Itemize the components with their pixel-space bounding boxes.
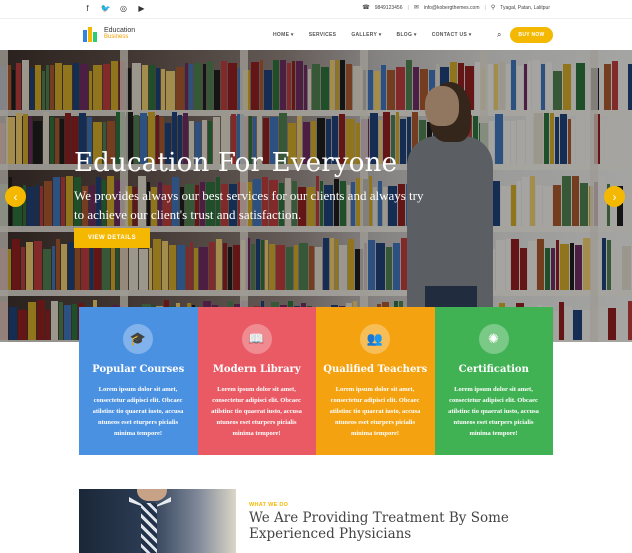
top-bar: f 🐦 ◎ ▶ ☎ 9849123456 | ✉ info@kobergthem… [0,0,632,18]
nav-blog[interactable]: BLOG ▾ [397,32,417,38]
feature-text: Lorem ipsum dolor sit amet, consectetur … [448,386,539,437]
youtube-icon[interactable]: ▶ [137,4,146,13]
address: Tyagal, Patan, Lalitpur [500,4,550,11]
feature-text: Lorem ipsum dolor sit amet, consectetur … [211,386,302,437]
location-icon: ⚲ [490,5,496,11]
slider-next-arrow-icon[interactable]: › [604,186,625,207]
logo-line1: Education [104,26,136,34]
feature-boxes: 🎓 Popular Courses Lorem ipsum dolor sit … [79,307,553,455]
feature-title: Certification [458,364,529,375]
contact-info: ☎ 9849123456 | ✉ info@kobergthemes.com |… [362,4,550,12]
hero-subtitle: We provides always our best services for… [74,188,424,222]
feature-popular-courses: 🎓 Popular Courses Lorem ipsum dolor sit … [79,307,198,455]
feature-certification: ✺ Certification Lorem ipsum dolor sit am… [434,307,553,455]
hero-title: Education For Everyone [74,148,398,178]
nav-home[interactable]: HOME ▾ [273,32,294,38]
site-logo[interactable]: Education Business [82,25,135,42]
feature-title: Popular Courses [92,364,185,375]
physician-photo [79,489,236,553]
nav-gallery[interactable]: GALLERY ▾ [351,32,381,38]
email-icon: ✉ [413,5,419,11]
section-title: We Are Providing Treatment By Some Exper… [249,510,509,542]
book-icon: 📖 [241,324,272,354]
feature-text: Lorem ipsum dolor sit amet, consectetur … [92,386,184,437]
divider: | [407,4,409,11]
divider: | [484,4,486,11]
phone-icon: ☎ [362,5,370,11]
nav-services[interactable]: SERVICES [309,32,337,38]
logo-icon [82,25,100,42]
certificate-icon: ✺ [478,324,509,354]
email-address[interactable]: info@kobergthemes.com [424,5,480,11]
users-icon: 👥 [360,324,390,354]
phone-number[interactable]: 9849123456 [375,5,403,11]
graduation-cap-icon: 🎓 [123,324,153,354]
logo-line2: Business [104,33,129,40]
main-nav: HOME ▾ SERVICES GALLERY ▾ BLOG ▾ CONTACT… [273,32,487,38]
feature-title: Modern Library [212,364,301,375]
feature-modern-library: 📖 Modern Library Lorem ipsum dolor sit a… [197,307,316,455]
view-details-button[interactable]: VIEW DETAILS [74,228,150,248]
social-links: f 🐦 ◎ ▶ [83,4,146,13]
instagram-icon[interactable]: ◎ [119,4,128,13]
nav-contact[interactable]: CONTACT US ▾ [432,32,472,38]
twitter-icon[interactable]: 🐦 [101,4,111,13]
feature-title: Qualified Teachers [323,364,428,375]
buy-now-button[interactable]: BUY NOW [510,27,553,43]
slider-prev-arrow-icon[interactable]: ‹ [5,186,26,207]
feature-qualified-teachers: 👥 Qualified Teachers Lorem ipsum dolor s… [316,307,435,455]
search-icon[interactable]: ⌕ [497,30,501,40]
main-header: Education Business HOME ▾ SERVICES GALLE… [0,18,632,50]
section-label: WHAT WE DO [249,502,289,508]
feature-text: Lorem ipsum dolor sit amet, consectetur … [329,386,421,437]
facebook-icon[interactable]: f [83,4,92,13]
